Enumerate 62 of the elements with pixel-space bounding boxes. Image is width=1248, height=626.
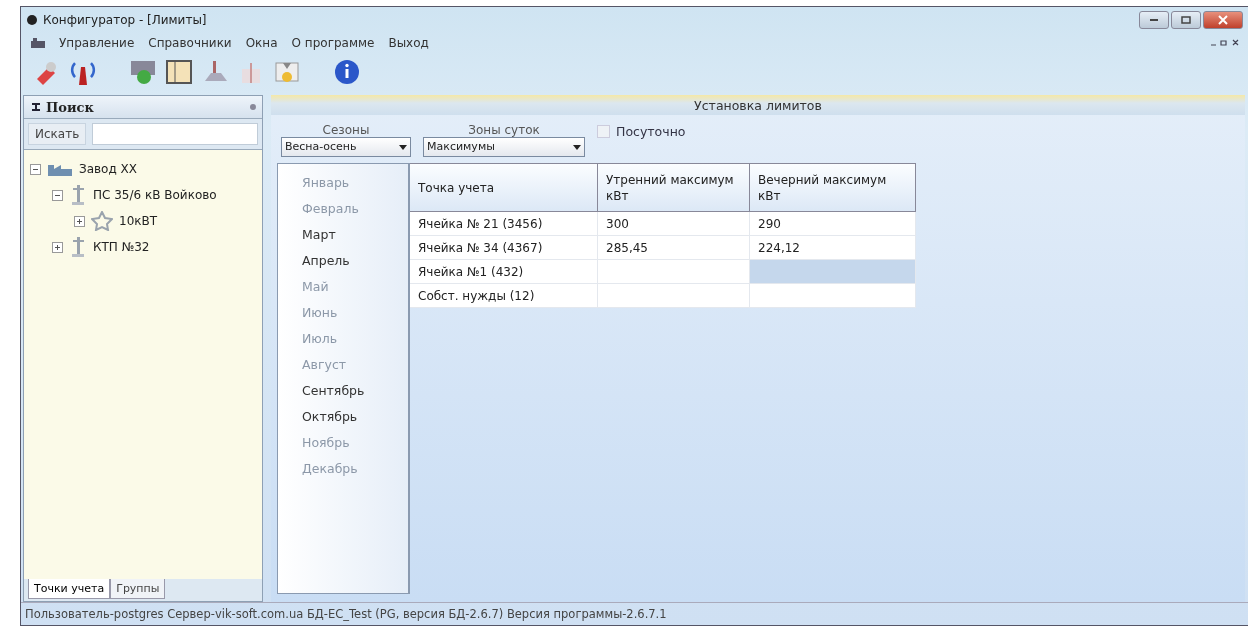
table-cell[interactable]: 285,45 xyxy=(598,236,750,260)
mdi-controls-icon xyxy=(1209,39,1239,47)
menu-item[interactable]: Выход xyxy=(388,36,429,50)
checkbox-label: Посуточно xyxy=(616,124,686,139)
season-dropdown[interactable]: Весна-осень xyxy=(281,137,411,157)
field-label: Сезоны xyxy=(322,123,370,137)
panel-tab[interactable]: Точки учета xyxy=(28,579,111,599)
column-header: Точка учета xyxy=(410,164,598,212)
panel-title: Поиск xyxy=(46,99,94,115)
expand-icon[interactable] xyxy=(74,215,85,227)
caret-icon xyxy=(399,144,407,150)
star-icon xyxy=(91,211,113,231)
maximize-icon xyxy=(1181,15,1191,25)
menu-item[interactable]: Окна xyxy=(245,36,278,50)
table-cell: Ячейка №1 (432) xyxy=(410,260,598,284)
menu-item[interactable]: О программе xyxy=(291,36,375,50)
expand-icon[interactable] xyxy=(52,241,63,253)
table-cell: Ячейка № 21 (3456) xyxy=(410,212,598,236)
month-item[interactable]: Сентябрь xyxy=(278,378,408,404)
window-title: Конфигуратор - [Лимиты] xyxy=(43,13,207,27)
status-bar: Пользователь-postgres Сервер-vik-soft.com.ua БД-EC_Test (PG, версия БД-2.6.7) Версия программы-2.6.7.1 xyxy=(21,602,1248,625)
app-icon xyxy=(27,15,37,25)
table-cell[interactable] xyxy=(750,284,916,308)
table-cell[interactable]: 290 xyxy=(750,212,916,236)
tree-item[interactable]: ПС 35/6 кВ Войково xyxy=(93,188,217,202)
tree-item[interactable]: КТП №32 xyxy=(93,240,150,254)
menu-item[interactable]: Управление xyxy=(59,36,135,50)
maximize-button[interactable] xyxy=(1171,11,1201,29)
minimize-button[interactable] xyxy=(1139,11,1169,29)
pole-icon xyxy=(69,184,87,206)
checkbox[interactable] xyxy=(597,125,610,138)
month-item[interactable]: Октябрь xyxy=(278,404,408,430)
month-item[interactable]: Апрель xyxy=(278,248,408,274)
close-icon xyxy=(1218,15,1228,25)
app-menu-icon[interactable] xyxy=(31,38,45,48)
table-cell[interactable] xyxy=(598,284,750,308)
month-item[interactable]: Март xyxy=(278,222,408,248)
tree-item[interactable]: 10кВТ xyxy=(119,214,158,228)
menu-item[interactable]: Справочники xyxy=(148,36,232,50)
panel-header: Установка лимитов xyxy=(271,95,1245,115)
tree-item[interactable]: Завод ХХ xyxy=(79,162,137,176)
caret-icon xyxy=(573,144,581,150)
grid-icon[interactable] xyxy=(163,58,195,86)
column-header: Вечерний максимум кВт xyxy=(750,164,916,212)
pole-icon xyxy=(69,236,87,258)
table-cell[interactable] xyxy=(598,260,750,284)
collapse-icon[interactable] xyxy=(30,163,41,175)
table-cell: Ячейка № 34 (4367) xyxy=(410,236,598,260)
column-header: Утренний максимум кВт xyxy=(598,164,750,212)
table-cell[interactable] xyxy=(750,260,916,284)
zone-dropdown[interactable]: Максимумы xyxy=(423,137,585,157)
panel-menu-icon[interactable] xyxy=(250,104,256,110)
panel-tab[interactable]: Группы xyxy=(110,579,166,599)
table-cell: Собст. нужды (12) xyxy=(410,284,598,308)
search-button[interactable]: Искать xyxy=(28,123,87,145)
collapse-icon[interactable] xyxy=(52,189,63,201)
close-button[interactable] xyxy=(1203,11,1243,29)
search-field[interactable] xyxy=(92,123,258,145)
table-cell[interactable]: 300 xyxy=(598,212,750,236)
field-label: Зоны суток xyxy=(468,123,540,137)
minimize-icon xyxy=(1149,19,1159,21)
table-cell[interactable]: 224,12 xyxy=(750,236,916,260)
